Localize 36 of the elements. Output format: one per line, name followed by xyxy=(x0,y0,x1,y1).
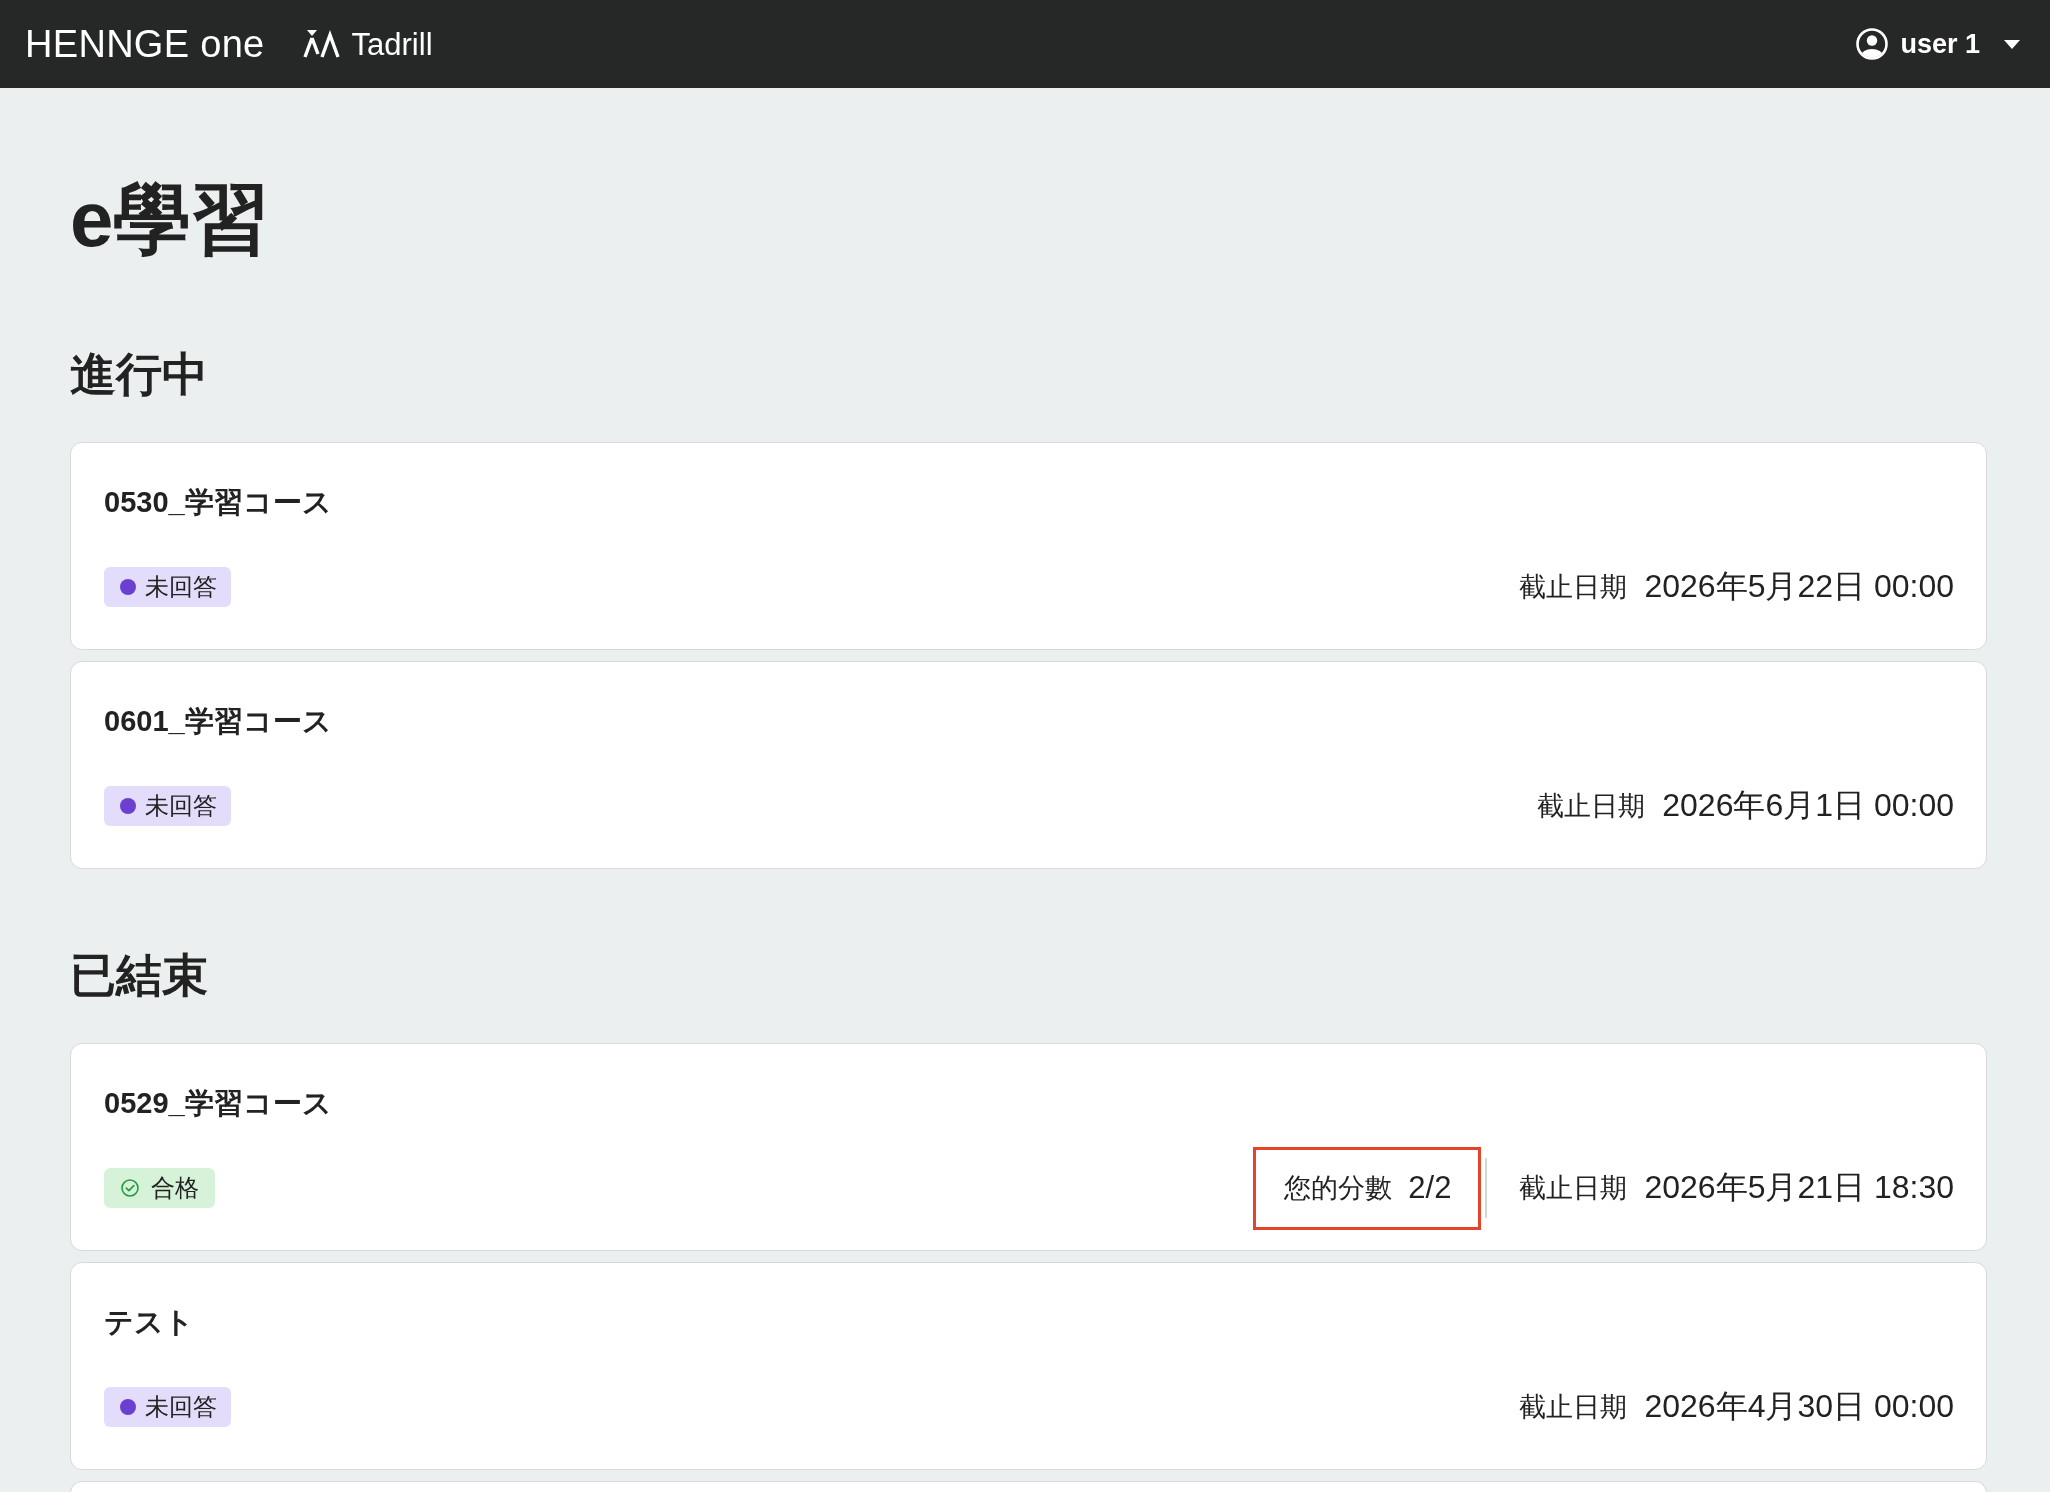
course-card[interactable]: 0601_学習コース 未回答 截止日期 2026年6月1日 00:00 xyxy=(70,661,1987,869)
status-label: 合格 xyxy=(151,1176,199,1200)
deadline-label: 截止日期 xyxy=(1519,571,1628,604)
score-label: 您的分數 xyxy=(1284,1172,1393,1205)
page-title: e學習 xyxy=(70,174,271,265)
user-avatar-icon xyxy=(1856,28,1889,60)
deadline-date: 2026年4月30日 00:00 xyxy=(1644,1387,1954,1426)
score-value: 2/2 xyxy=(1408,1170,1452,1206)
course-card[interactable]: 0530_学習コース 未回答 截止日期 2026年5月22日 00:00 xyxy=(70,442,1987,650)
deadline-date: 2026年5月22日 00:00 xyxy=(1644,567,1954,606)
app-logo-icon xyxy=(302,29,340,59)
course-title: テスト xyxy=(104,1305,195,1340)
deadline-date: 2026年6月1日 00:00 xyxy=(1662,786,1954,825)
status-label: 未回答 xyxy=(145,1395,217,1419)
course-title: 0529_学習コース xyxy=(104,1086,333,1121)
status-dot-icon xyxy=(120,579,136,595)
course-card[interactable]: 0529_学習コース 合格 您的分數 2/2 截止日期 2026年5月21日 18:30 xyxy=(70,1043,1987,1251)
deadline-label: 截止日期 xyxy=(1519,1172,1628,1205)
user-menu[interactable]: user 1 xyxy=(1856,22,2020,66)
section-heading: 已結束 xyxy=(70,948,209,1003)
caret-icon xyxy=(2004,39,2020,49)
status-dot-icon xyxy=(120,1399,136,1415)
logo[interactable]: HENNGE one xyxy=(25,25,265,63)
course-title: 0530_学習コース xyxy=(104,485,333,520)
status-label: 未回答 xyxy=(145,794,217,818)
app-name: Tadrill xyxy=(351,28,433,60)
status-dot-icon xyxy=(120,798,136,814)
section-heading: 進行中 xyxy=(70,347,209,402)
deadline-label: 截止日期 xyxy=(1537,790,1646,823)
course-card[interactable] xyxy=(70,1481,1987,1492)
deadline-date: 2026年5月21日 18:30 xyxy=(1644,1168,1954,1207)
check-circle-icon xyxy=(121,1179,139,1197)
course-card[interactable]: テスト 未回答 截止日期 2026年4月30日 00:00 xyxy=(70,1262,1987,1470)
status-label: 未回答 xyxy=(145,575,217,599)
deadline-label: 截止日期 xyxy=(1519,1391,1628,1424)
course-title: 0601_学習コース xyxy=(104,704,333,739)
